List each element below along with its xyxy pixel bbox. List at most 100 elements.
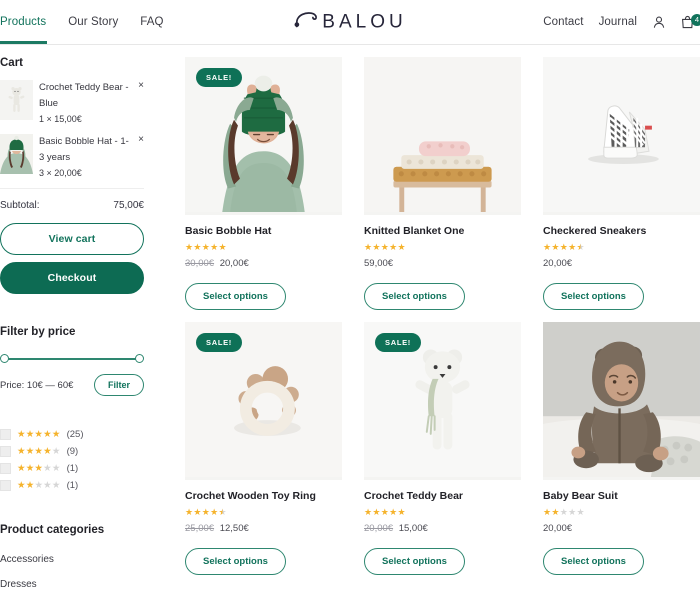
slider-handle-max[interactable] [135,354,144,363]
remove-cart-item-button[interactable]: × [138,81,144,91]
rating-stars-2: ★★★★★ [17,479,61,491]
rating-checkbox[interactable] [0,429,11,440]
basic-bobble-hat-thumb [0,134,33,174]
cart-count-badge: 4 [691,14,700,26]
product-rating: ★★★★★ [185,507,227,517]
product-price: 30,00€ 20,00€ [185,258,342,269]
product-title: Checkered Sneakers [543,225,647,237]
user-account-icon[interactable] [652,15,666,29]
nav-item-faq[interactable]: FAQ [140,2,163,43]
product-rating: ★★★★★ [364,242,406,252]
checkout-button[interactable]: Checkout [0,262,144,294]
sale-badge: SALE! [375,333,421,352]
price-filter-widget: Filter by price Price: 10€ — 60€ Filter [0,326,144,396]
product-rating: ★★★★★ [364,507,406,517]
product-grid: SALE! Basic Bobble Hat ★★★★★ 30,00€ 20,0… [185,57,700,575]
product-rating: ★★★★★ [543,507,585,517]
product-image-knitted-blanket-one[interactable] [364,57,521,215]
product-grid-area: SALE! Basic Bobble Hat ★★★★★ 30,00€ 20,0… [170,45,700,599]
product-price: 20,00€ [543,258,700,269]
product-title: Crochet Teddy Bear [364,490,463,502]
nav-item-contact[interactable]: Contact [543,16,583,28]
slider-track [4,358,140,360]
cart-item-name: Crochet Teddy Bear - Blue [39,82,129,109]
slider-handle-min[interactable] [0,354,9,363]
remove-cart-item-button[interactable]: × [138,135,144,145]
product-image-basic-bobble-hat[interactable]: SALE! [185,57,342,215]
product-title: Basic Bobble Hat [185,225,272,237]
crochet-teddy-bear-thumb [0,80,33,120]
product-price-current: 12,50€ [219,523,249,534]
rating-checkbox[interactable] [0,446,11,457]
rating-checkbox[interactable] [0,463,11,474]
product-price-original: 20,00€ [364,523,394,534]
select-options-button[interactable]: Select options [185,548,286,575]
cart-widget-title: Cart [0,57,24,69]
bear-logo-icon [293,10,319,35]
nav-item-products[interactable]: Products [0,2,48,44]
price-filter-row: Price: 10€ — 60€ Filter [0,374,144,396]
product-card[interactable]: Knitted Blanket One ★★★★★ 59,00€ Select … [364,57,521,310]
cart-item-info: Basic Bobble Hat - 1-3 years 3 × 20,00€ [39,134,144,181]
cart-item-qty-price: 1 × 15,00€ [39,114,82,124]
product-title: Crochet Wooden Toy Ring [185,490,316,502]
product-card[interactable]: SALE! [364,322,521,575]
select-options-button[interactable]: Select options [185,283,286,310]
product-image-baby-bear-suit[interactable] [543,322,700,480]
cart-subtotal: Subtotal: 75,00€ [0,189,144,223]
apply-filter-button[interactable]: Filter [93,374,144,396]
rating-count: (9) [66,446,79,457]
cart-item: Basic Bobble Hat - 1-3 years 3 × 20,00€ … [0,134,144,188]
cart-item-name: Basic Bobble Hat - 1-3 years [39,136,129,163]
rating-checkbox[interactable] [0,480,11,491]
shopping-bag-icon[interactable]: 4 [681,14,700,29]
product-rating: ★★★★★ [543,242,585,252]
rating-filter-3[interactable]: ★★★★★ (1) [0,460,144,477]
subtotal-label: Subtotal: [0,200,40,211]
product-price-current: 59,00€ [364,258,394,269]
rating-filter-2[interactable]: ★★★★★ (1) [0,477,144,494]
price-range-label: Price: 10€ — 60€ [0,379,74,391]
rating-stars-3: ★★★★★ [17,462,61,474]
product-image-checkered-sneakers[interactable] [543,57,700,215]
product-card[interactable]: Checkered Sneakers ★★★★★ 20,00€ Select o… [543,57,700,310]
category-accessories[interactable]: Accessories [0,547,144,572]
select-options-button[interactable]: Select options [364,548,465,575]
select-options-button[interactable]: Select options [543,283,644,310]
product-card[interactable]: SALE! [185,57,342,310]
sale-badge: SALE! [196,68,242,87]
product-price: 20,00€ 15,00€ [364,523,521,534]
rating-filter-5[interactable]: ★★★★★ (25) [0,426,144,443]
rating-filter-4[interactable]: ★★★★★ (9) [0,443,144,460]
product-categories-widget: Product categories Accessories Dresses F… [0,524,144,599]
product-card[interactable]: Baby Bear Suit ★★★★★ 20,00€ Select optio… [543,322,700,575]
view-cart-button[interactable]: View cart [0,223,144,255]
select-options-button[interactable]: Select options [364,283,465,310]
cart-items-list: Crochet Teddy Bear - Blue 1 × 15,00€ × B… [0,80,144,189]
price-range-slider[interactable] [0,354,144,364]
product-price-original: 25,00€ [185,523,215,534]
site-logo[interactable]: BALOU [293,10,406,35]
product-price-current: 20,00€ [219,258,249,269]
product-image-crochet-teddy-bear[interactable]: SALE! [364,322,521,480]
logo-text: BALOU [322,11,407,32]
site-header: Products Our Story FAQ BALOU Contact Jou… [0,0,700,45]
select-options-button[interactable]: Select options [543,548,644,575]
subtotal-value: 75,00€ [113,200,144,211]
nav-item-journal[interactable]: Journal [599,16,637,28]
product-price-current: 15,00€ [398,523,428,534]
sidebar: Cart Crochet Teddy Bear - Blue 1 × 15,00… [0,45,170,599]
nav-item-our-story[interactable]: Our Story [68,2,118,43]
page-body: Cart Crochet Teddy Bear - Blue 1 × 15,00… [0,45,700,599]
product-rating: ★★★★★ [185,242,227,252]
product-title: Baby Bear Suit [543,490,618,502]
product-card[interactable]: SALE! [185,322,342,575]
rating-count: (1) [66,463,79,474]
product-title: Knitted Blanket One [364,225,465,237]
cart-item-qty-price: 3 × 20,00€ [39,168,82,178]
category-dresses[interactable]: Dresses [0,572,144,597]
product-image-crochet-wooden-toy-ring[interactable]: SALE! [185,322,342,480]
price-filter-title: Filter by price [0,326,76,338]
product-price-current: 20,00€ [543,258,573,269]
rating-count: (1) [66,480,79,491]
